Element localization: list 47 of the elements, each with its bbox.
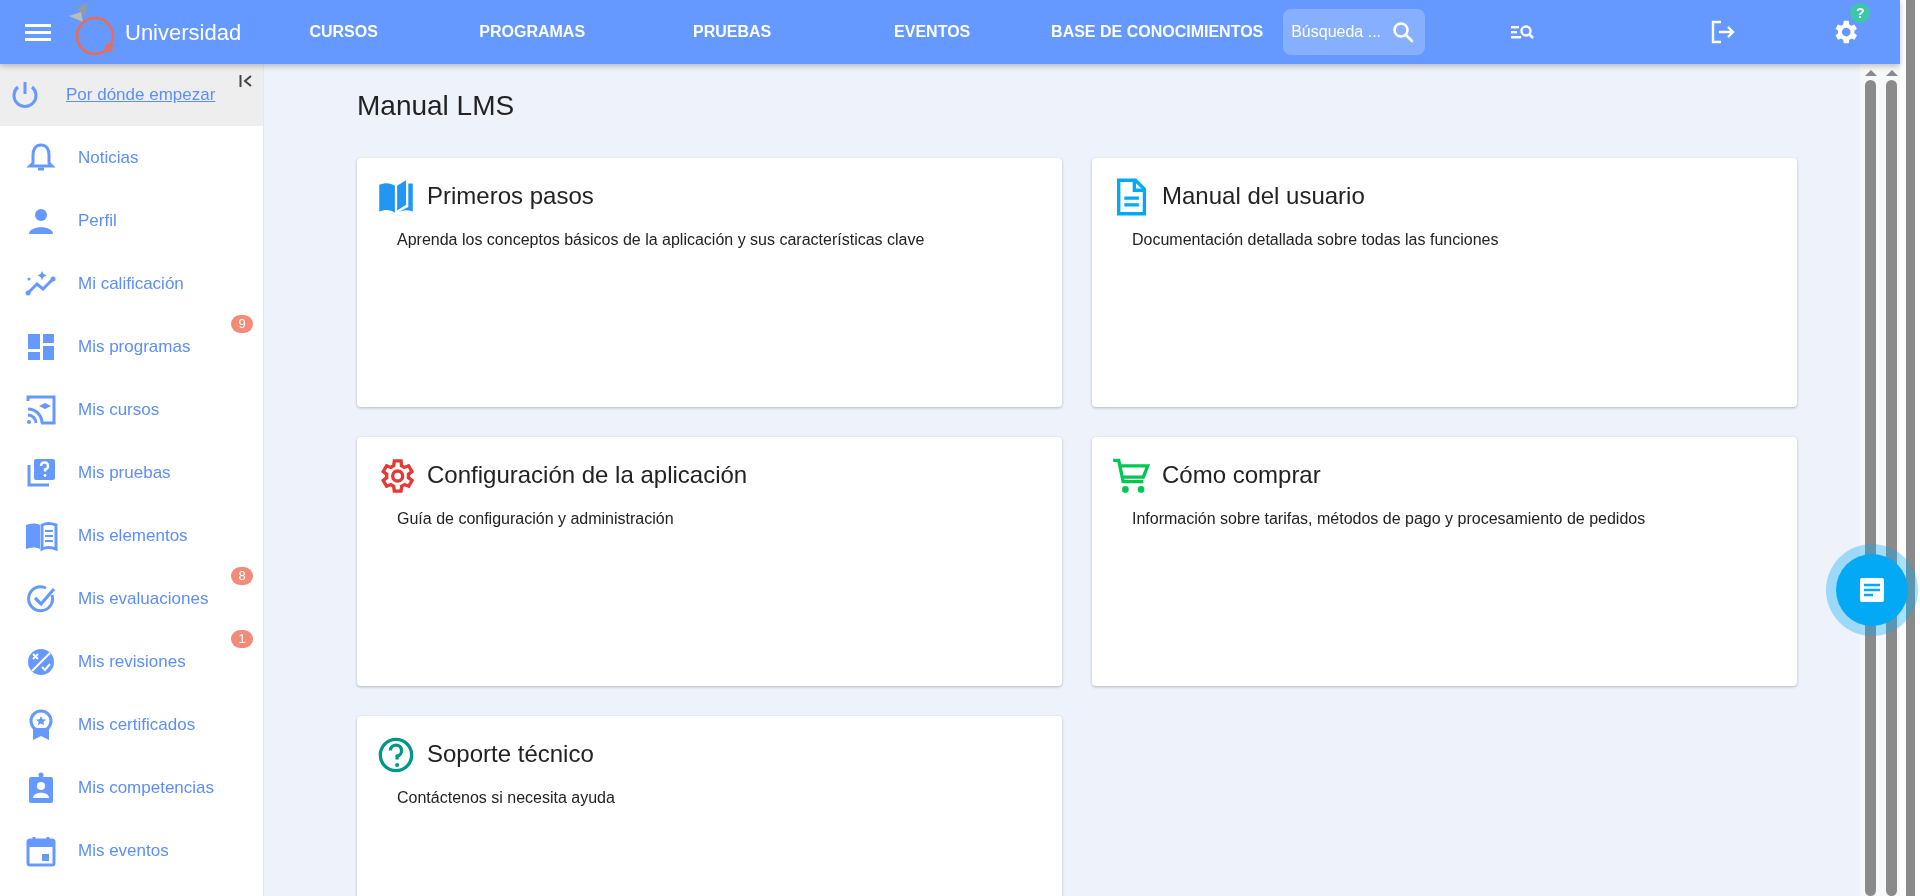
card-description: Aprenda los conceptos básicos de la aplicación y sus características clave	[397, 229, 926, 250]
sidebar-item[interactable]: Mis evaluaciones 8	[0, 567, 263, 630]
sidebar-item[interactable]: Noticias	[0, 126, 263, 189]
sidebar-item[interactable]: Mis certificados	[0, 693, 263, 756]
scrollbar-thumb[interactable]	[1865, 80, 1876, 896]
guide-card[interactable]: Cómo comprar Información sobre tarifas, métodos de pago y procesamiento de pedidos	[1092, 436, 1797, 686]
count-badge: 1	[231, 630, 253, 648]
sidebar-item[interactable]: Mis cursos	[0, 378, 263, 441]
card-title: Cómo comprar	[1162, 461, 1321, 490]
card-title: Primeros pasos	[427, 182, 594, 211]
sidebar-item[interactable]: Mis programas 9	[0, 315, 263, 378]
card-description: Información sobre tarifas, métodos de pago y procesamiento de pedidos	[1132, 508, 1647, 529]
sidebar-item[interactable]: Mi calificación	[0, 252, 263, 315]
card-title: Soporte técnico	[427, 740, 594, 769]
nav-link[interactable]: EVENTOS	[894, 23, 971, 40]
collapse-icon[interactable]	[239, 74, 253, 88]
notes-icon	[1858, 576, 1886, 604]
guide-card[interactable]: Soporte técnico Contáctenos si necesita ayuda	[357, 715, 1062, 896]
sidebar-item[interactable]: Mis elementos	[0, 504, 263, 567]
scrollbar-thumb[interactable]	[1886, 80, 1897, 896]
card-title: Configuración de la aplicación	[427, 461, 748, 490]
sidebar-item[interactable]: Mis pruebas	[0, 441, 263, 504]
card-title: Manual del usuario	[1162, 182, 1365, 211]
card-description: Contáctenos si necesita ayuda	[397, 787, 616, 808]
sidebar-item[interactable]: Perfil	[0, 189, 263, 252]
card-description: Guía de configuración y administración	[397, 508, 675, 529]
guide-card[interactable]: Configuración de la aplicación Guía de configuración y administración	[357, 436, 1062, 686]
scrollbar[interactable]	[1885, 70, 1898, 896]
search-icon[interactable]	[1391, 20, 1416, 44]
guide-card[interactable]: Primeros pasos Aprenda los conceptos básicos de la aplicación y sus características clave	[357, 157, 1062, 407]
sidebar-item[interactable]: Mis competencias	[0, 756, 263, 819]
scrollbar-thumb[interactable]	[1905, 0, 1915, 896]
sidebar-item[interactable]: Mis eventos	[0, 819, 263, 882]
guide-card[interactable]: Manual del usuario Documentación detallada sobre todas las funciones	[1092, 157, 1797, 407]
help-badge[interactable]: ?	[1850, 3, 1871, 23]
brand-name[interactable]: Universidad	[125, 15, 242, 49]
logout-icon[interactable]	[1710, 19, 1737, 45]
count-badge: 8	[231, 567, 253, 585]
count-badge: 9	[231, 315, 253, 333]
menu-icon[interactable]	[25, 22, 51, 42]
page-title: Manual LMS	[357, 89, 516, 123]
nav-link[interactable]: PROGRAMAS	[479, 23, 586, 40]
card-description: Documentación detallada sobre todas las funciones	[1132, 229, 1500, 250]
sidebar-item[interactable]: Mis revisiones 1	[0, 630, 263, 693]
nav-link[interactable]: BASE DE CONOCIMIENTOS	[1051, 23, 1264, 40]
nav-link[interactable]: PRUEBAS	[693, 23, 772, 40]
nav-link[interactable]: CURSOS	[309, 23, 378, 40]
